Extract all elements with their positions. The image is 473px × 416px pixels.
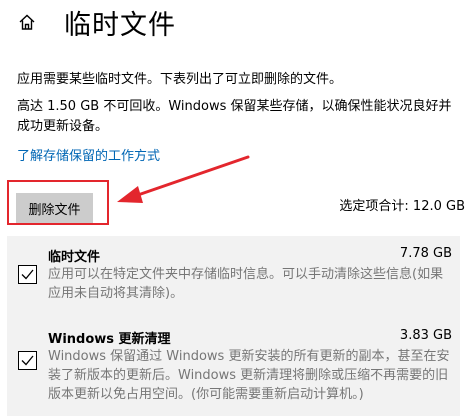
list-item-windows-update-cleanup: Windows 更新清理 3.83 GB Windows 保留通过 Window… xyxy=(7,318,460,416)
learn-storage-reserve-link[interactable]: 了解存储保留的工作方式 xyxy=(17,145,160,164)
selected-total: 选定项合计: 12.0 GB xyxy=(339,199,465,214)
page-title: 临时文件 xyxy=(64,9,176,41)
item-name: Windows 更新清理 xyxy=(48,332,171,347)
checkmark-icon xyxy=(21,269,34,280)
list-item-temp-files: 临时文件 7.78 GB 应用可以在特定文件夹中存储临时信息。可以手动清除这些信… xyxy=(7,236,460,316)
annotation-highlight-box xyxy=(7,180,109,225)
item-name: 临时文件 xyxy=(48,250,101,265)
item-size: 7.78 GB xyxy=(399,246,452,261)
item-description: Windows 保留通过 Windows 更新安装的所有更新的副本，甚至在安装了… xyxy=(48,349,450,402)
item-description: 应用可以在特定文件夹中存储临时信息。可以手动清除这些信息(如果应用未自动将其清除… xyxy=(48,267,444,301)
checkmark-icon xyxy=(21,355,34,366)
temp-files-checkbox[interactable] xyxy=(18,265,37,284)
description-line-1: 应用需要某些临时文件。下表列出了可立即删除的文件。 xyxy=(17,72,343,87)
temp-files-page: 临时文件 应用需要某些临时文件。下表列出了可立即删除的文件。 高达 1.50 G… xyxy=(0,0,473,416)
page-header: 临时文件 xyxy=(16,2,176,42)
windows-update-cleanup-checkbox[interactable] xyxy=(18,351,37,370)
description-line-2: 高达 1.50 GB 不可回收。Windows 保留某些存储，以确保性能状况良好… xyxy=(17,99,452,134)
item-size: 3.83 GB xyxy=(399,328,452,343)
home-icon[interactable] xyxy=(16,11,38,33)
cleanup-items-list: 临时文件 7.78 GB 应用可以在特定文件夹中存储临时信息。可以手动清除这些信… xyxy=(7,236,460,416)
